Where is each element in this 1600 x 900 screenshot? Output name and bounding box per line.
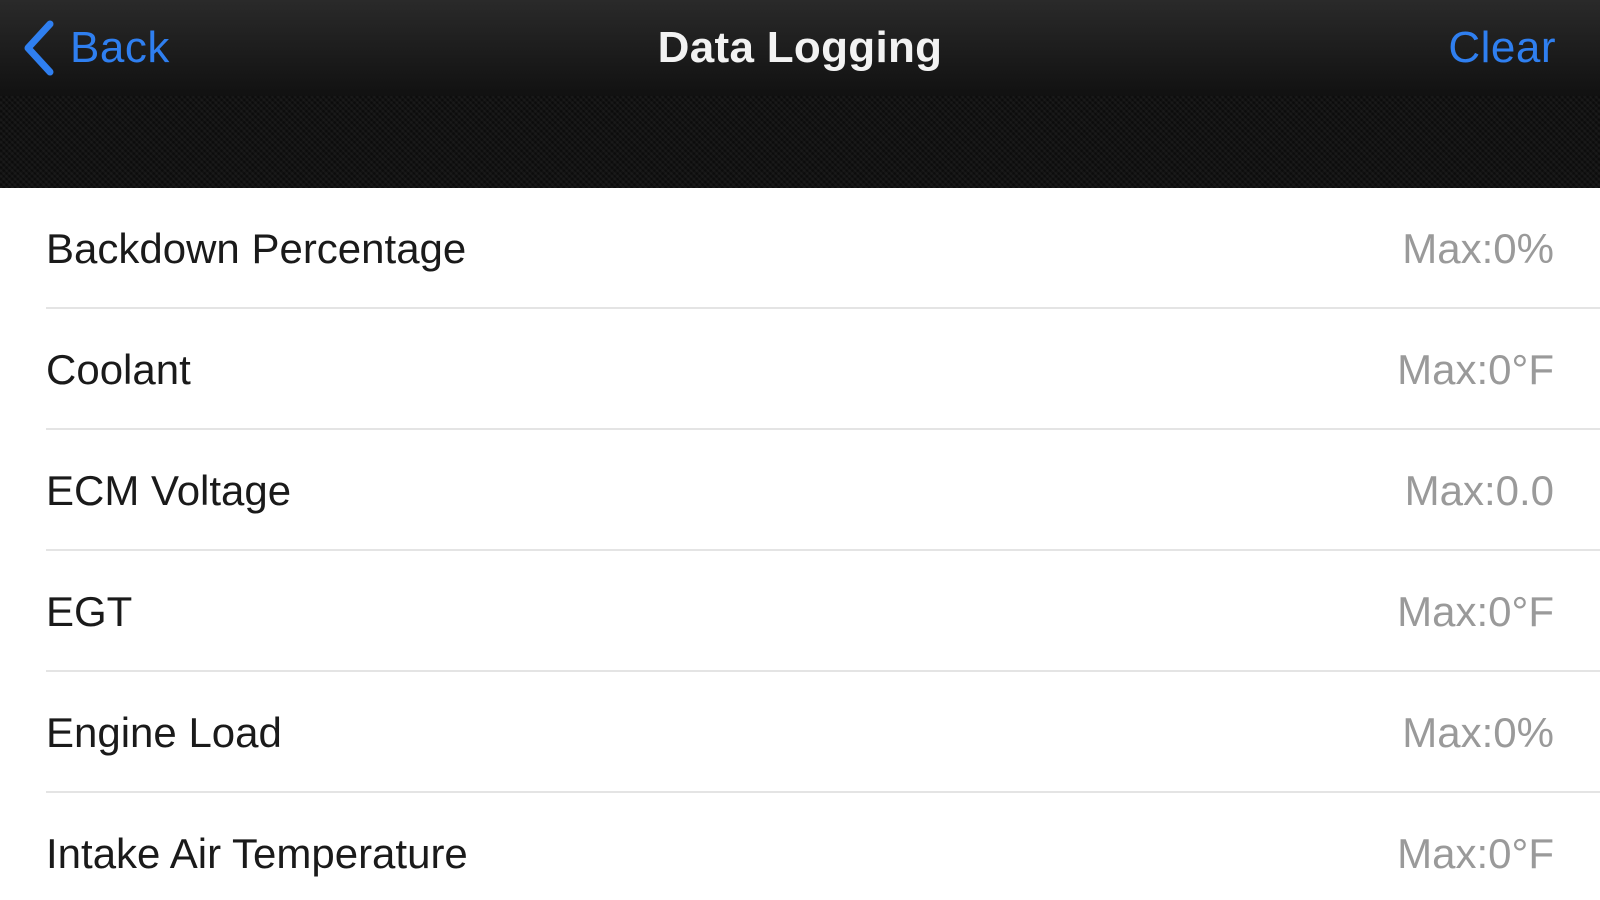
row-max-value: Max:0% [1402, 224, 1554, 272]
row-max-value: Max:0% [1402, 708, 1554, 756]
data-log-list: Backdown Percentage Max:0% Coolant Max:0… [0, 188, 1600, 900]
row-max-value: Max:0°F [1397, 829, 1554, 877]
header-band [0, 96, 1600, 188]
list-item[interactable]: Coolant Max:0°F [0, 309, 1600, 430]
clear-button[interactable]: Clear [1448, 8, 1556, 88]
row-label: EGT [46, 587, 133, 635]
navigation-bar: Back Data Logging Clear [0, 0, 1600, 97]
row-label: Engine Load [46, 708, 282, 756]
row-label: Coolant [46, 345, 191, 393]
list-item[interactable]: Backdown Percentage Max:0% [0, 188, 1600, 309]
list-item[interactable]: Intake Air Temperature Max:0°F [0, 793, 1600, 900]
data-logging-screen: Back Data Logging Clear Backdown Percent… [0, 0, 1600, 900]
list-item[interactable]: Engine Load Max:0% [0, 672, 1600, 793]
row-max-value: Max:0°F [1397, 587, 1554, 635]
row-label: ECM Voltage [46, 466, 292, 514]
row-max-value: Max:0.0 [1404, 466, 1554, 514]
row-max-value: Max:0°F [1397, 345, 1554, 393]
row-label: Backdown Percentage [46, 224, 467, 272]
row-label: Intake Air Temperature [46, 829, 468, 877]
list-item[interactable]: EGT Max:0°F [0, 551, 1600, 672]
list-item[interactable]: ECM Voltage Max:0.0 [0, 430, 1600, 551]
page-title: Data Logging [657, 23, 943, 72]
